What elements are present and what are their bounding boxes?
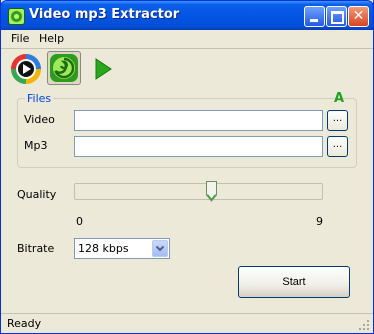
bitrate-select[interactable]: 128 kbps (74, 238, 170, 259)
status-text: Ready (7, 317, 42, 330)
title-bar[interactable]: Video mp3 Extractor ✕ (0, 0, 374, 30)
quality-slider[interactable] (74, 183, 323, 200)
window-title: Video mp3 Extractor (29, 7, 180, 22)
minimize-icon (310, 19, 318, 22)
status-badge: A (334, 91, 345, 106)
files-group-title: Files (25, 92, 54, 105)
bitrate-selected-value: 128 kbps (78, 242, 129, 255)
maximize-button[interactable] (326, 6, 347, 27)
browse-video-button[interactable]: ... (327, 110, 348, 131)
run-button[interactable] (93, 57, 113, 81)
status-bar: Ready (1, 313, 373, 333)
quality-max-label: 9 (316, 215, 323, 228)
swirl-icon (50, 54, 78, 82)
dropdown-button[interactable] (152, 240, 168, 257)
chevron-down-icon (155, 245, 165, 252)
mp3-path-input[interactable] (74, 136, 323, 157)
video-label: Video (24, 113, 55, 126)
main-window: Video mp3 Extractor ✕ File Help Files A … (0, 0, 374, 334)
resize-grip-icon[interactable] (358, 319, 370, 331)
files-groupbox (17, 98, 357, 168)
menu-help[interactable]: Help (39, 32, 64, 45)
app-icon (8, 8, 25, 25)
maximize-icon (331, 11, 344, 24)
open-video-button[interactable] (10, 53, 42, 85)
video-path-input[interactable] (74, 110, 323, 131)
start-button[interactable]: Start (238, 266, 350, 298)
mp3-label: Mp3 (24, 139, 48, 152)
convert-button[interactable] (47, 51, 81, 85)
quality-slider-thumb[interactable] (205, 181, 217, 202)
play-arrow-icon (95, 58, 112, 80)
menu-bar: File Help (1, 30, 373, 49)
play-circle-icon (11, 54, 41, 84)
bitrate-label: Bitrate (17, 242, 55, 255)
menu-file[interactable]: File (11, 32, 29, 45)
close-button[interactable]: ✕ (348, 6, 369, 27)
quality-label: Quality (17, 188, 57, 201)
minimize-button[interactable] (304, 6, 325, 27)
close-icon: ✕ (352, 8, 365, 24)
browse-mp3-button[interactable]: ... (327, 136, 348, 157)
quality-min-label: 0 (76, 215, 83, 228)
